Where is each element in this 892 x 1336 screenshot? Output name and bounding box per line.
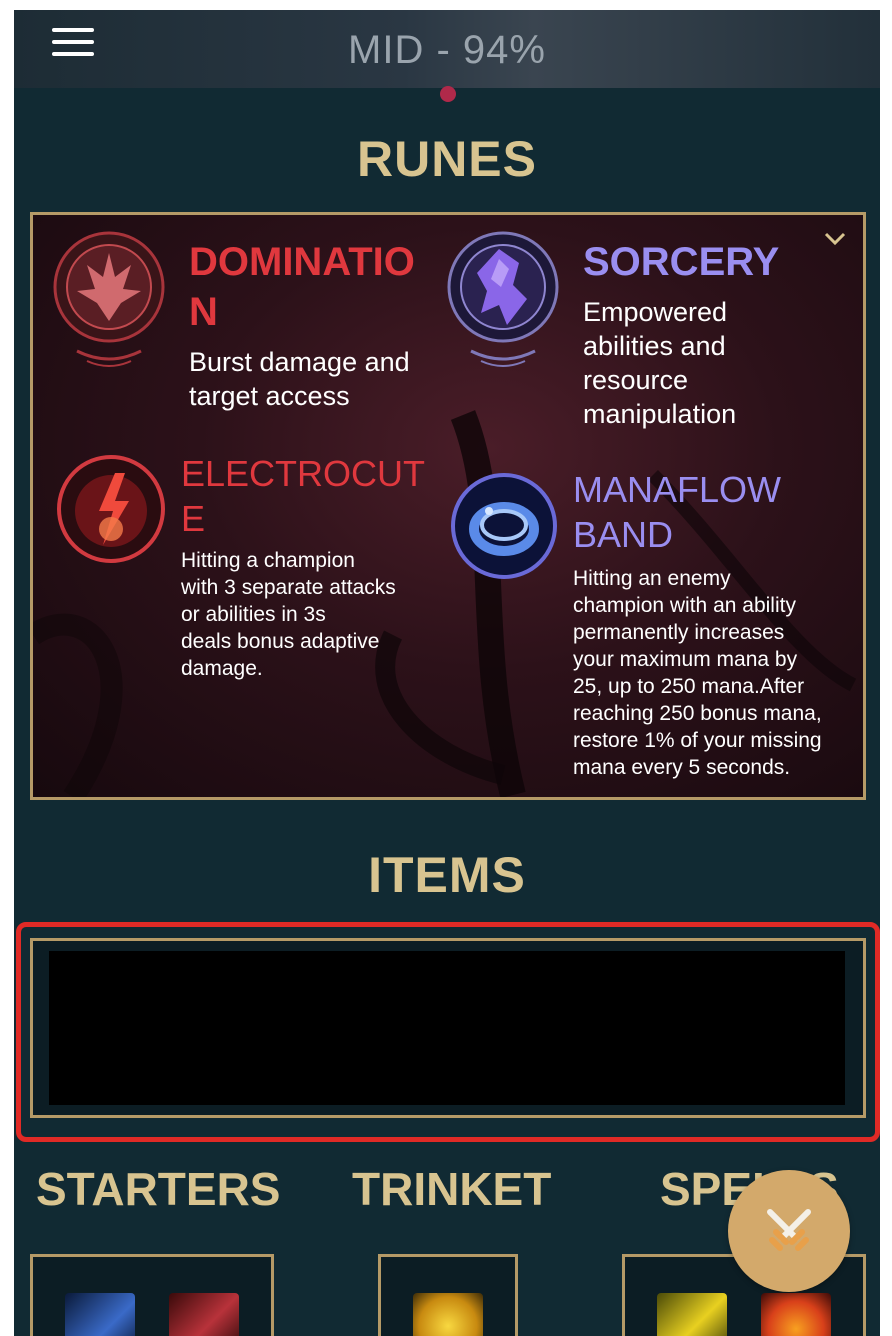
runes-section-title: RUNES [356, 131, 538, 187]
trinket-title: TRINKET [352, 1163, 552, 1215]
app-screen: MID - 94% RUNES DOMINATIO N Burst damage… [14, 10, 880, 1336]
crossed-swords-icon [767, 1209, 811, 1251]
header-bar: MID - 94% [14, 10, 880, 88]
runes-card[interactable]: DOMINATIO N Burst damage and target acce… [30, 212, 866, 800]
starter-item-2-icon[interactable] [169, 1293, 239, 1336]
domination-icon [53, 231, 165, 367]
keystone-name: ELECTROCUT E [181, 453, 426, 539]
manaflow-band-icon [451, 473, 557, 579]
sorcery-icon [447, 231, 559, 367]
page-indicator-dot[interactable] [440, 86, 456, 102]
secondary-tree-description: Empowered abilities and resource manipul… [583, 297, 737, 429]
starters-title: STARTERS [36, 1163, 281, 1215]
chevron-down-icon[interactable] [823, 231, 847, 247]
page-title: MID - 94% [348, 28, 546, 72]
primary-tree-name: DOMINATIO N [189, 240, 415, 334]
primary-tree-description: Burst damage and target access [189, 347, 410, 411]
spell-flash-icon[interactable] [657, 1293, 727, 1336]
items-highlight-frame [16, 922, 880, 1142]
electrocute-icon [57, 455, 165, 563]
trinket-item-icon[interactable] [413, 1293, 483, 1336]
trinket-box[interactable] [378, 1254, 518, 1336]
items-section-title: ITEMS [368, 847, 526, 903]
spell-ignite-icon[interactable] [761, 1293, 831, 1336]
starter-item-1-icon[interactable] [65, 1293, 135, 1336]
secondary-tree-name: SORCERY [583, 240, 780, 284]
keystone-description: Hitting a champion with 3 separate attac… [181, 549, 396, 680]
secondary-rune-description: Hitting an enemy champion with an abilit… [573, 567, 822, 779]
crossed-swords-fab-button[interactable] [728, 1170, 850, 1292]
starters-box[interactable] [30, 1254, 274, 1336]
secondary-rune-name: MANAFLOW BAND [573, 469, 782, 555]
